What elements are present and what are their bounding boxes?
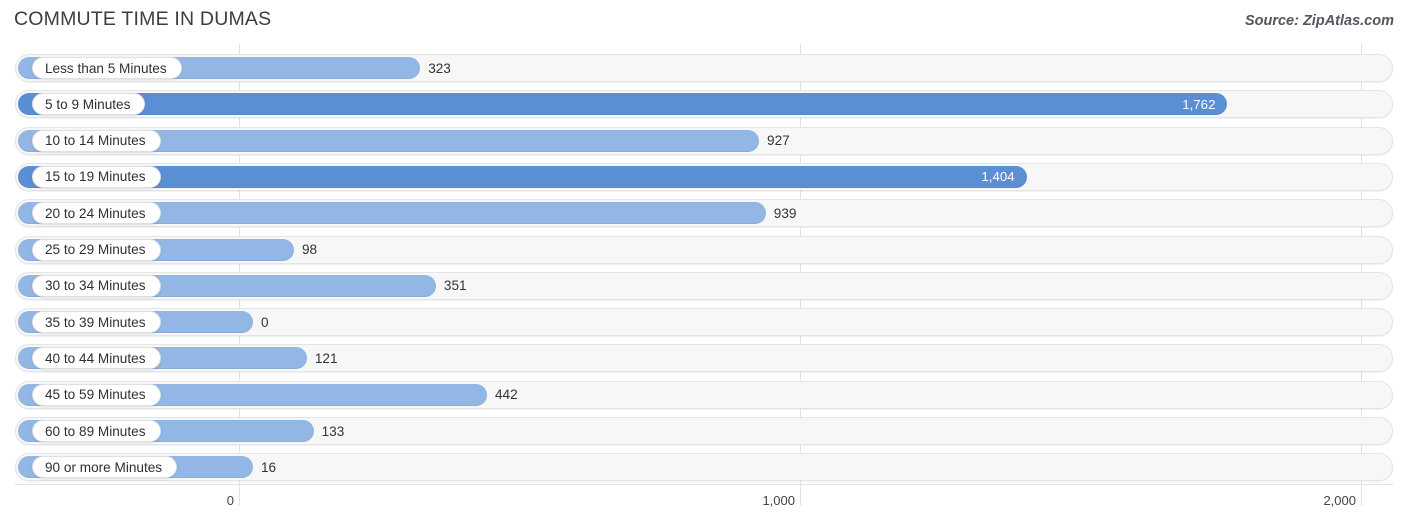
bar-value-label: 98 — [301, 242, 318, 257]
bar-row[interactable]: 30 to 34 Minutes 351 — [15, 271, 1393, 300]
bar-row[interactable]: 90 or more Minutes 16 — [15, 453, 1393, 482]
bar-row[interactable]: Less than 5 Minutes 323 — [15, 54, 1393, 82]
plot-area: Less than 5 Minutes 323 5 to 9 Minutes 1,76… — [0, 44, 1406, 484]
bar-value-label: 442 — [494, 387, 518, 403]
bar-fill[interactable] — [18, 165, 1027, 188]
page-title: COMMUTE TIME IN DUMAS — [14, 8, 272, 30]
bar-category-label: 60 to 89 Minutes — [32, 420, 161, 442]
bar-fill[interactable] — [18, 93, 1228, 116]
axis-tick-label: 1,000 — [762, 493, 795, 508]
bar-category-label: 15 to 19 Minutes — [32, 165, 161, 188]
axis-tick-mark — [239, 484, 240, 506]
bar-value-label: 121 — [314, 350, 338, 366]
bar-value-label: 351 — [443, 278, 467, 294]
bar-row[interactable]: 5 to 9 Minutes 1,762 — [15, 90, 1393, 119]
bar-value-label: 1,404 — [981, 169, 1015, 185]
bar-category-label: 90 or more Minutes — [32, 456, 178, 479]
bar-row[interactable]: 60 to 89 Minutes 133 — [15, 417, 1393, 445]
bar-category-label: 10 to 14 Minutes — [32, 129, 161, 152]
bar-category-label: 30 to 34 Minutes — [32, 274, 161, 297]
bar-value-label: 927 — [767, 133, 790, 149]
bar-value-label: 133 — [321, 423, 345, 439]
bar-row[interactable]: 35 to 39 Minutes 0 — [15, 308, 1393, 337]
bar-row[interactable]: 25 to 29 Minutes 98 — [15, 235, 1393, 264]
axis-tick-mark — [800, 484, 801, 506]
chart-header: COMMUTE TIME IN DUMAS Source: ZipAtlas.c… — [0, 0, 1406, 44]
bar-category-label: 5 to 9 Minutes — [32, 93, 146, 116]
bar-row[interactable]: 45 to 59 Minutes 442 — [15, 380, 1393, 409]
bar-rows: Less than 5 Minutes 323 5 to 9 Minutes 1,76… — [0, 44, 1406, 484]
bar-row[interactable]: 10 to 14 Minutes 927 — [15, 126, 1393, 155]
bar-value-label: 1,762 — [1182, 96, 1216, 112]
bar-row[interactable]: 20 to 24 Minutes 939 — [15, 199, 1393, 228]
bar-category-label: 40 to 44 Minutes — [32, 347, 161, 370]
axis-tick-label: 2,000 — [1323, 493, 1356, 508]
x-axis: 0 1,000 2,000 — [0, 484, 1406, 522]
bar-value-label: 323 — [428, 60, 451, 76]
source-attribution: Source: ZipAtlas.com — [1244, 13, 1394, 29]
bar-value-label: 16 — [261, 459, 277, 475]
bar-row[interactable]: 40 to 44 Minutes 121 — [15, 344, 1393, 373]
axis-tick-label: 0 — [226, 493, 234, 508]
bar-value-label: 939 — [773, 205, 797, 221]
axis-tick-mark — [1361, 484, 1362, 506]
bar-category-label: 45 to 59 Minutes — [32, 383, 161, 406]
bar-category-label: Less than 5 Minutes — [32, 57, 182, 79]
bar-category-label: 25 to 29 Minutes — [32, 238, 161, 261]
bar-category-label: 35 to 39 Minutes — [32, 311, 161, 334]
bar-value-label: 0 — [261, 314, 269, 330]
axis-line — [15, 484, 1393, 485]
bar-row[interactable]: 15 to 19 Minutes 1,404 — [15, 162, 1393, 191]
bar-category-label: 20 to 24 Minutes — [32, 202, 161, 225]
